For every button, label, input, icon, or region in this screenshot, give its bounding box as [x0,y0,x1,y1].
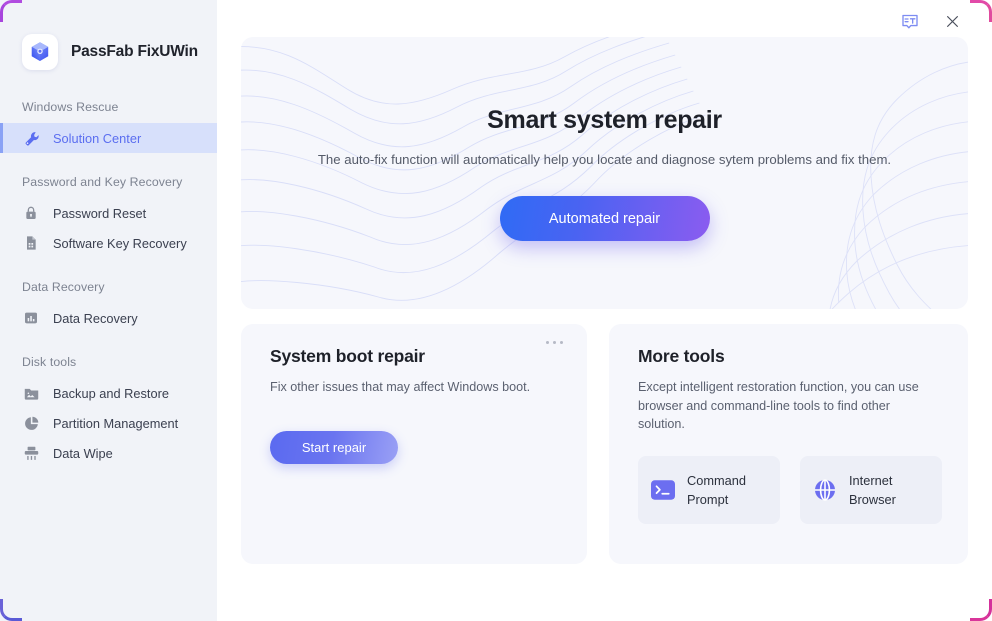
sidebar: PassFab FixUWin Windows Rescue Solution … [0,0,217,621]
passfab-hexagon-logo-icon [22,34,58,70]
lock-icon [22,204,40,222]
sidebar-item-backup-and-restore[interactable]: Backup and Restore [0,378,217,408]
brand-name: PassFab FixUWin [71,43,198,60]
card-description: Except intelligent restoration function,… [638,380,919,432]
pie-chart-icon [22,414,40,432]
sidebar-item-software-key-recovery[interactable]: Software Key Recovery [0,228,217,258]
globe-icon [813,478,837,502]
hero-subtitle: The auto-fix function will automatically… [317,152,892,167]
more-options-icon[interactable] [546,341,563,344]
more-tools-card: More tools Except intelligent restoratio… [609,324,968,564]
hero-banner: Smart system repair The auto-fix functio… [241,37,968,309]
sidebar-section-label-data-recovery: Data Recovery [22,280,105,294]
tool-internet-browser[interactable]: Internet Browser [800,455,942,524]
titlebar-controls [241,0,968,37]
close-icon[interactable] [940,10,964,34]
sidebar-item-label: Solution Center [53,130,142,146]
document-key-icon [22,234,40,252]
sidebar-item-label: Data Recovery [53,310,138,326]
sidebar-section-label-password-and-key-recovery: Password and Key Recovery [22,175,183,189]
card-title: System boot repair [270,346,425,366]
command-prompt-icon [651,478,675,502]
sidebar-item-data-wipe[interactable]: Data Wipe [0,438,217,468]
sidebar-item-password-reset[interactable]: Password Reset [0,198,217,228]
main-content: Smart system repair The auto-fix functio… [217,0,992,621]
sidebar-section-label-disk-tools: Disk tools [22,355,77,369]
tool-label: Command Prompt [687,472,747,507]
sidebar-item-solution-center[interactable]: Solution Center [0,123,217,153]
sidebar-item-data-recovery[interactable]: Data Recovery [0,303,217,333]
sidebar-item-label: Software Key Recovery [53,235,187,251]
system-boot-repair-card: System boot repair Fix other issues that… [241,324,587,564]
start-repair-button[interactable]: Start repair [270,430,398,464]
language-translate-icon[interactable] [898,10,922,34]
wrench-icon [22,129,40,147]
sidebar-section-label-windows-rescue: Windows Rescue [22,100,119,114]
bar-chart-icon [22,309,40,327]
sidebar-item-label: Data Wipe [53,445,113,461]
brand: PassFab FixUWin [0,0,217,76]
automated-repair-button[interactable]: Automated repair [499,196,710,241]
card-title: More tools [638,346,725,366]
tools-list: Command Prompt Internet Browser [638,455,942,524]
tool-command-prompt[interactable]: Command Prompt [638,455,780,524]
sidebar-item-partition-management[interactable]: Partition Management [0,408,217,438]
sidebar-item-label: Partition Management [53,415,179,431]
tool-label: Internet Browser [849,472,896,507]
app-window: PassFab FixUWin Windows Rescue Solution … [0,0,992,621]
sidebar-item-label: Password Reset [53,205,147,221]
shredder-icon [22,444,40,462]
folder-image-icon [22,384,40,402]
cards-row: System boot repair Fix other issues that… [241,324,968,564]
sidebar-item-label: Backup and Restore [53,385,169,401]
card-description: Fix other issues that may affect Windows… [270,380,531,394]
hero-title: Smart system repair [487,106,722,134]
